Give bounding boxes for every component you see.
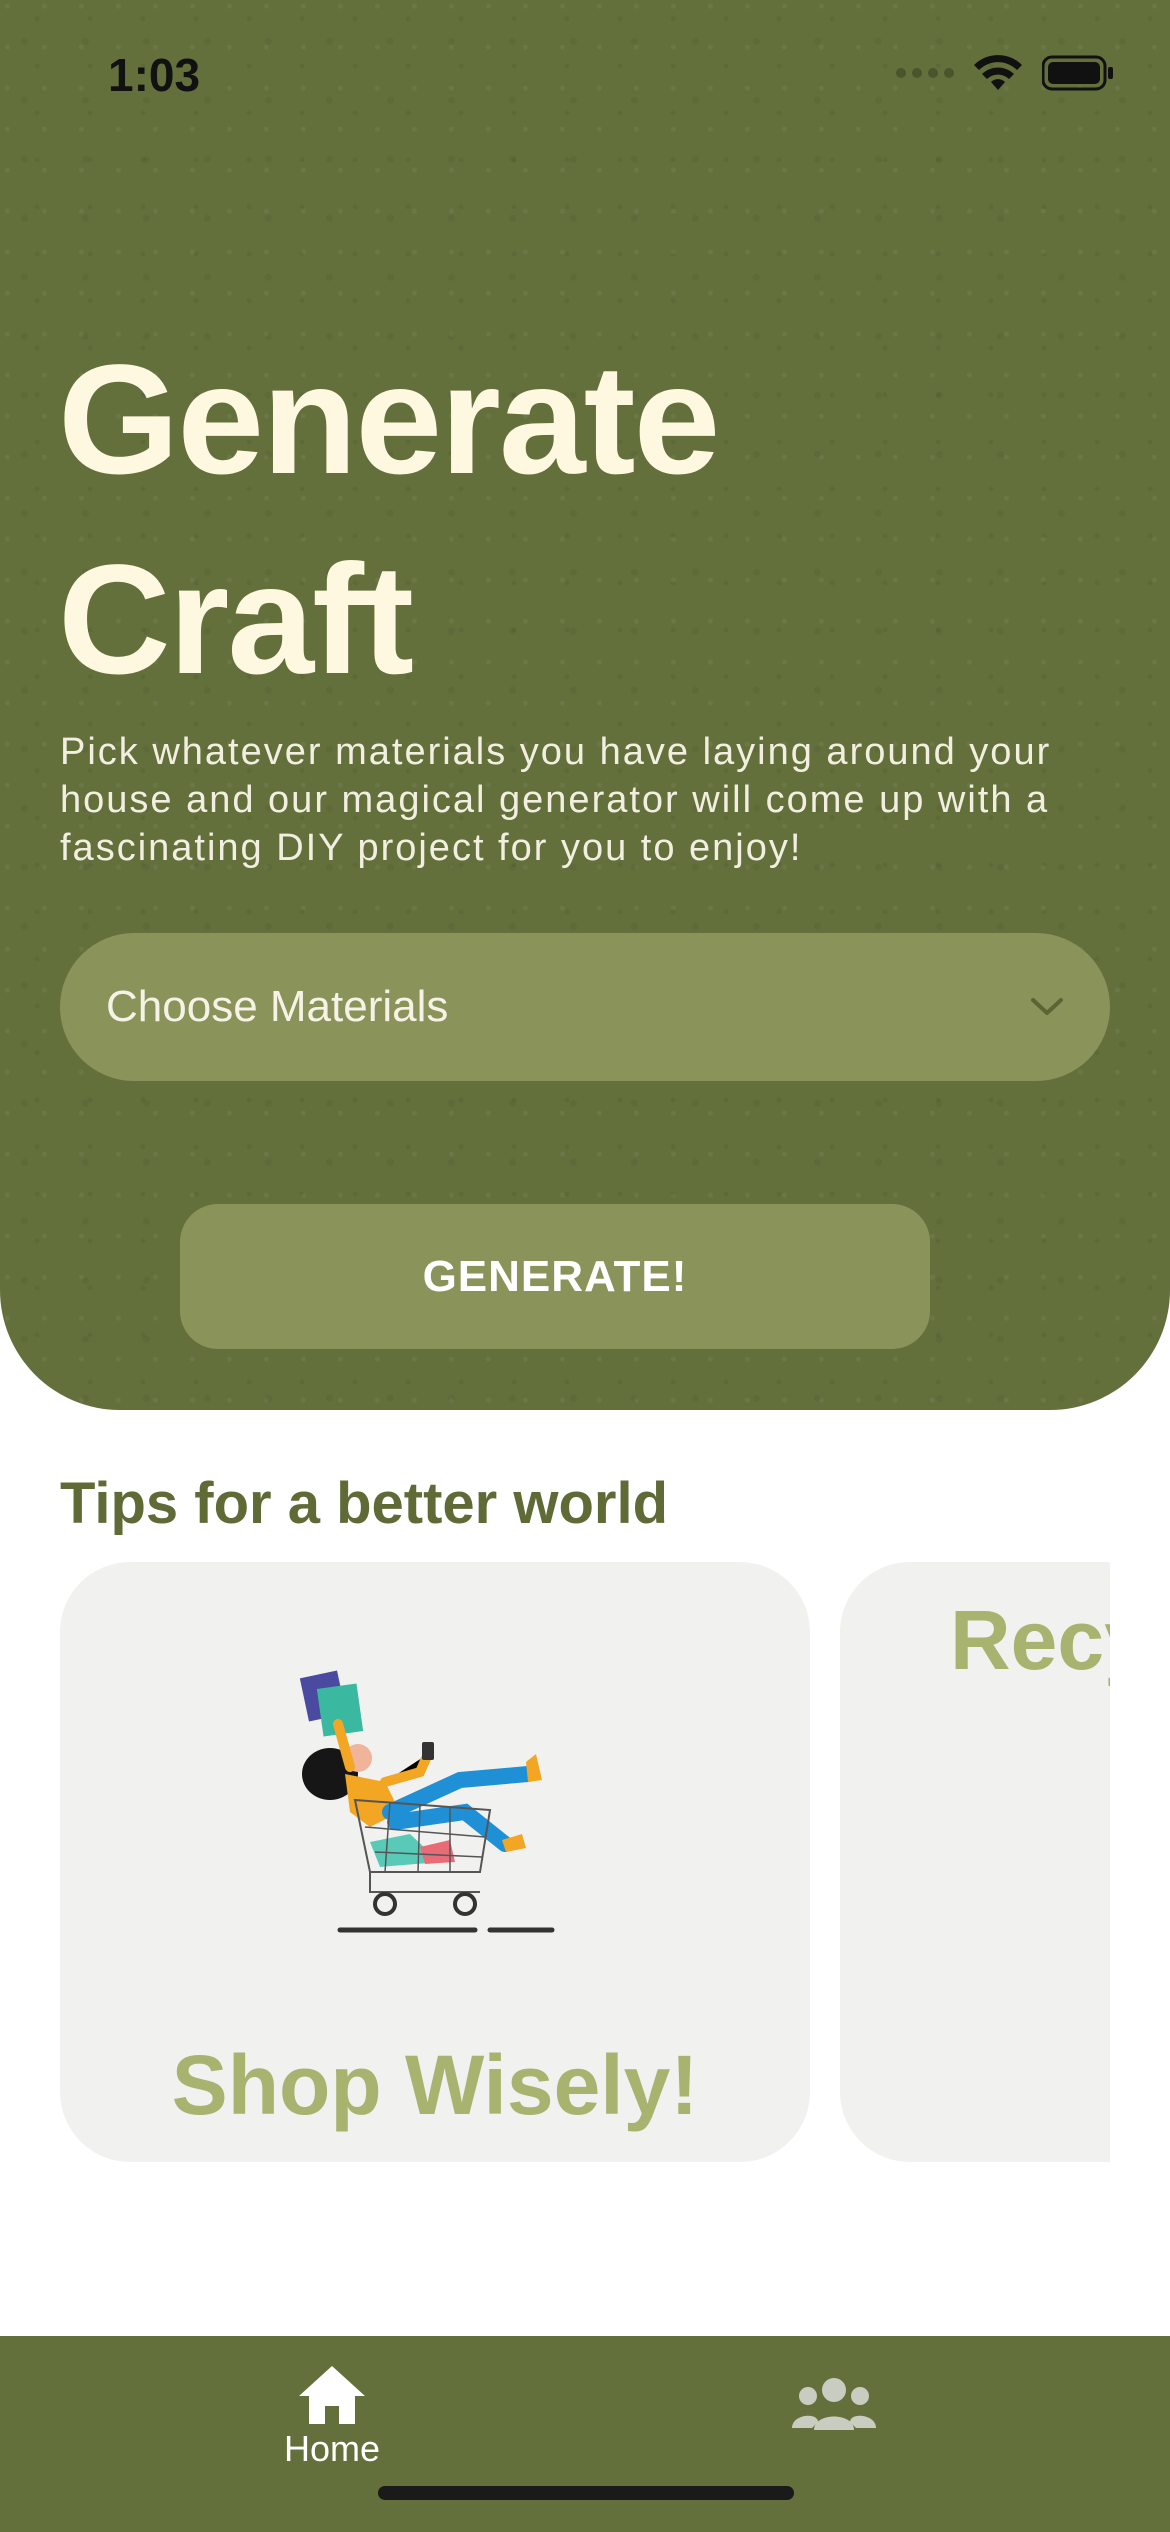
shopping-cart-illustration — [299, 1670, 555, 1933]
battery-icon — [1042, 55, 1113, 91]
description-text: Pick whatever materials you have laying … — [60, 731, 1052, 869]
tip-card-recycle[interactable]: Recy — [840, 1562, 1110, 2162]
materials-dropdown[interactable]: Choose Materials — [60, 933, 1110, 1081]
tip-card-shop-wisely[interactable]: Shop Wisely! — [60, 1562, 810, 2162]
title-line-1: Generate — [58, 333, 720, 507]
cellular-signal-icon — [896, 68, 954, 78]
tips-carousel[interactable]: Shop Wisely! Recy — [60, 1562, 1110, 2162]
status-icons — [896, 54, 1114, 92]
people-icon — [792, 2378, 876, 2430]
home-icon — [299, 2366, 365, 2424]
tip-card-title: Shop Wisely! — [171, 2038, 699, 2132]
tab-community[interactable] — [764, 2376, 904, 2432]
tab-home-label: Home — [283, 2428, 381, 2469]
home-indicator — [378, 2486, 794, 2500]
hero-section: 1:03 Generate Craft Pick whatever materi… — [0, 0, 1170, 1410]
page-title: Generate Craft — [58, 320, 720, 720]
status-time: 1:03 — [108, 49, 201, 101]
chevron-down-icon — [1031, 998, 1063, 1015]
tips-section-heading: Tips for a better world — [60, 1471, 669, 1536]
wifi-icon — [974, 55, 1022, 90]
materials-dropdown-label: Choose Materials — [106, 982, 449, 1031]
title-line-2: Craft — [58, 533, 414, 707]
generate-button[interactable]: GENERATE! — [180, 1204, 930, 1349]
tab-home[interactable]: Home — [262, 2364, 402, 2470]
tip-card-title: Recy — [950, 1593, 1110, 1687]
bottom-tab-bar: Home — [0, 2336, 1170, 2532]
